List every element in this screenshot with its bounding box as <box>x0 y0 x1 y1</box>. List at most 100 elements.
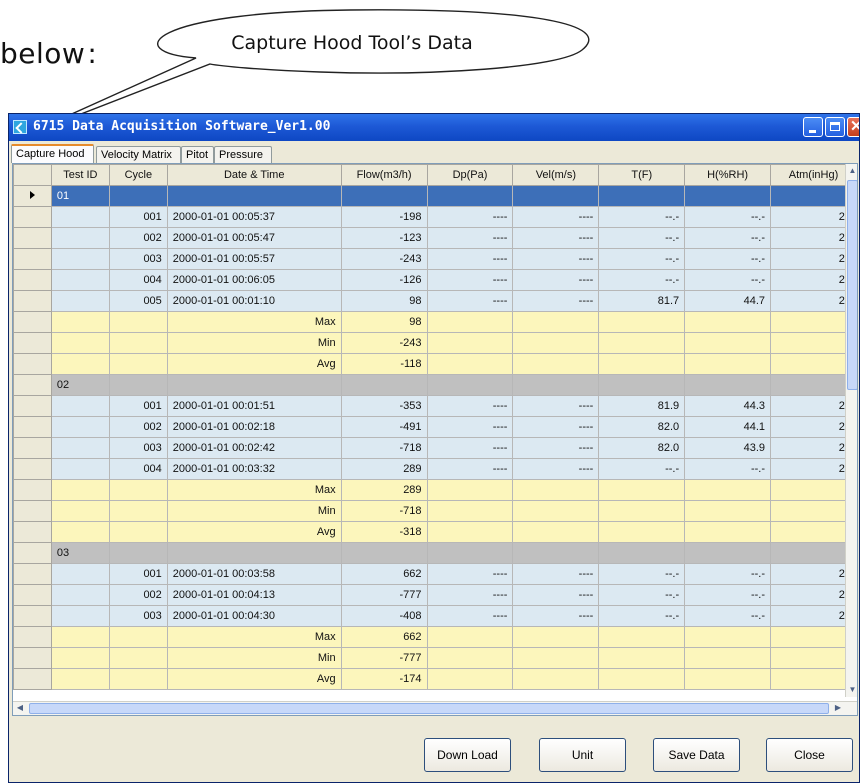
table-cell[interactable]: ---- <box>426 269 514 291</box>
table-cell[interactable] <box>684 626 772 648</box>
table-cell[interactable]: 002 <box>108 227 168 249</box>
table-cell[interactable] <box>426 626 514 648</box>
table-cell[interactable]: 662 <box>340 563 428 585</box>
table-cell[interactable]: --.- <box>598 206 686 228</box>
table-cell[interactable]: Min <box>166 500 342 522</box>
table-cell[interactable] <box>512 332 600 354</box>
row-header[interactable] <box>13 437 52 459</box>
table-cell[interactable]: -408 <box>340 605 428 627</box>
table-cell[interactable] <box>770 374 857 396</box>
row-header[interactable] <box>13 605 52 627</box>
table-row[interactable]: 001 2000-01-01 00:03:58 662 ---- ---- --.- --.… <box>13 563 857 585</box>
table-cell[interactable] <box>770 626 857 648</box>
table-cell[interactable]: 29 <box>770 206 857 228</box>
table-cell[interactable] <box>512 185 600 207</box>
table-cell[interactable] <box>684 332 772 354</box>
table-cell[interactable]: 2000-01-01 00:02:18 <box>166 416 342 438</box>
table-cell[interactable] <box>598 479 686 501</box>
table-cell[interactable] <box>426 647 514 669</box>
table-cell[interactable]: ---- <box>512 248 600 270</box>
table-cell[interactable] <box>50 500 110 522</box>
column-header[interactable]: Test ID <box>50 164 110 186</box>
summary-row[interactable]: Avg -318 <box>13 521 857 543</box>
table-cell[interactable] <box>50 269 110 291</box>
table-cell[interactable] <box>50 647 110 669</box>
table-cell[interactable]: 2000-01-01 00:06:05 <box>166 269 342 291</box>
table-cell[interactable] <box>108 311 168 333</box>
summary-row[interactable]: Min -718 <box>13 500 857 522</box>
table-cell[interactable]: 289 <box>340 479 428 501</box>
column-header[interactable]: Dp(Pa) <box>426 164 514 186</box>
table-cell[interactable] <box>108 668 168 690</box>
table-cell[interactable]: ---- <box>512 416 600 438</box>
row-header[interactable] <box>13 626 52 648</box>
table-cell[interactable] <box>598 374 686 396</box>
table-cell[interactable]: 2000-01-01 00:01:51 <box>166 395 342 417</box>
table-cell[interactable]: 003 <box>108 605 168 627</box>
scroll-down-icon[interactable]: ▼ <box>847 683 857 697</box>
vertical-scrollbar[interactable]: ▲ ▼ <box>845 164 857 697</box>
table-cell[interactable]: 29 <box>770 416 857 438</box>
table-cell[interactable]: ---- <box>426 416 514 438</box>
save-data-button[interactable]: Save Data <box>653 738 740 772</box>
table-cell[interactable]: ---- <box>426 458 514 480</box>
column-header[interactable]: Atm(inHg) <box>770 164 857 186</box>
tab-capture-hood[interactable]: Capture Hood <box>11 144 94 163</box>
table-cell[interactable]: 2000-01-01 00:04:13 <box>166 584 342 606</box>
group-row[interactable]: 02 <box>13 374 857 396</box>
table-cell[interactable]: ---- <box>512 458 600 480</box>
table-cell[interactable]: 03 <box>50 542 110 564</box>
table-cell[interactable] <box>426 353 514 375</box>
table-cell[interactable]: --.- <box>684 269 772 291</box>
table-cell[interactable] <box>770 668 857 690</box>
table-cell[interactable] <box>598 521 686 543</box>
scroll-up-icon[interactable]: ▲ <box>847 164 857 178</box>
row-header[interactable] <box>13 185 52 207</box>
table-cell[interactable]: 81.7 <box>598 290 686 312</box>
table-cell[interactable] <box>770 500 857 522</box>
table-cell[interactable] <box>512 479 600 501</box>
table-cell[interactable] <box>598 647 686 669</box>
table-cell[interactable] <box>50 605 110 627</box>
table-cell[interactable] <box>50 416 110 438</box>
table-cell[interactable]: --.- <box>684 458 772 480</box>
table-cell[interactable]: 29 <box>770 437 857 459</box>
table-cell[interactable] <box>512 353 600 375</box>
table-cell[interactable] <box>684 479 772 501</box>
table-row[interactable]: 005 2000-01-01 00:01:10 98 ---- ---- 81.7 44.7… <box>13 290 857 312</box>
group-row[interactable]: 03 <box>13 542 857 564</box>
table-cell[interactable]: --.- <box>684 248 772 270</box>
table-cell[interactable] <box>512 374 600 396</box>
table-cell[interactable] <box>50 668 110 690</box>
table-cell[interactable]: 003 <box>108 437 168 459</box>
table-cell[interactable] <box>426 500 514 522</box>
table-cell[interactable]: 98 <box>340 290 428 312</box>
table-cell[interactable] <box>598 332 686 354</box>
table-row[interactable]: 001 2000-01-01 00:05:37 -198 ---- ---- --.- --… <box>13 206 857 228</box>
table-cell[interactable]: Min <box>166 332 342 354</box>
table-cell[interactable] <box>108 626 168 648</box>
table-cell[interactable]: --.- <box>684 563 772 585</box>
table-cell[interactable]: ---- <box>512 437 600 459</box>
table-cell[interactable]: ---- <box>426 227 514 249</box>
table-row[interactable]: 004 2000-01-01 00:03:32 289 ---- ---- --.- --.… <box>13 458 857 480</box>
summary-row[interactable]: Min -243 <box>13 332 857 354</box>
table-cell[interactable]: 004 <box>108 458 168 480</box>
row-header[interactable] <box>13 248 52 270</box>
row-header[interactable] <box>13 416 52 438</box>
table-cell[interactable]: Max <box>166 311 342 333</box>
table-cell[interactable]: ---- <box>426 605 514 627</box>
scroll-right-icon[interactable]: ▶ <box>831 702 845 714</box>
table-cell[interactable]: -491 <box>340 416 428 438</box>
table-cell[interactable]: 29 <box>770 290 857 312</box>
table-cell[interactable]: Avg <box>166 668 342 690</box>
table-cell[interactable]: 2000-01-01 00:05:37 <box>166 206 342 228</box>
table-cell[interactable] <box>684 668 772 690</box>
table-cell[interactable]: -318 <box>340 521 428 543</box>
tab-pressure[interactable]: Pressure <box>214 146 272 163</box>
tab-pitot[interactable]: Pitot <box>181 146 214 163</box>
table-cell[interactable] <box>598 311 686 333</box>
table-cell[interactable] <box>108 185 168 207</box>
column-header[interactable]: Date & Time <box>166 164 342 186</box>
table-cell[interactable]: --.- <box>598 563 686 585</box>
